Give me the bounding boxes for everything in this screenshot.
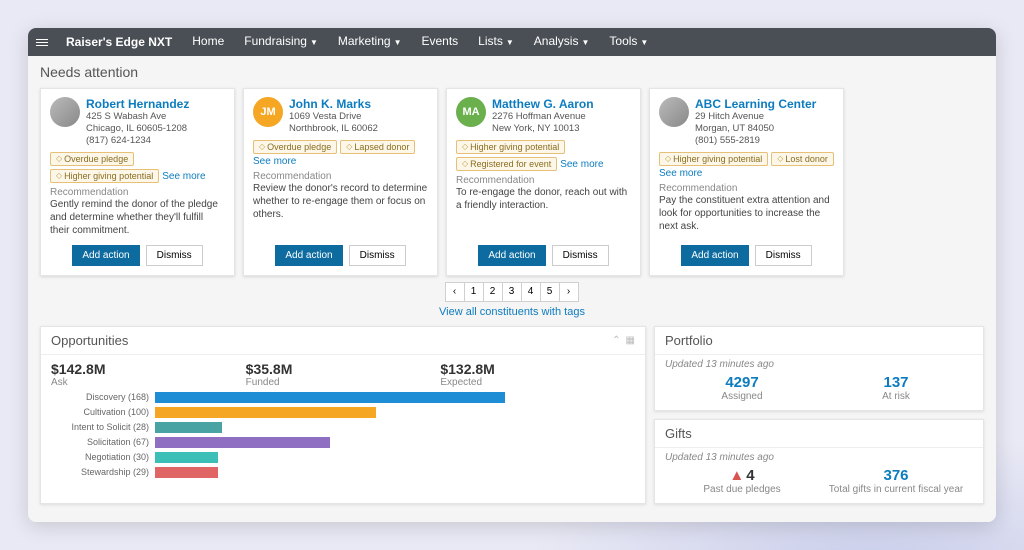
chart-row-label: Stewardship (29): [51, 467, 149, 477]
portfolio-panel: Portfolio Updated 13 minutes ago 4297Ass…: [654, 326, 984, 411]
nav-tools[interactable]: Tools▼: [599, 28, 658, 57]
top-navbar: Raiser's Edge NXT HomeFundraising▼Market…: [28, 28, 996, 56]
tag[interactable]: Lost donor: [771, 152, 834, 166]
chart-bar[interactable]: [155, 407, 376, 418]
tag[interactable]: Higher giving potential: [456, 140, 565, 154]
opp-stat-label: Expected: [440, 377, 635, 388]
portfolio-heading: Portfolio: [665, 333, 713, 348]
chart-row-label: Discovery (168): [51, 392, 149, 402]
portfolio-updated: Updated 13 minutes ago: [655, 355, 983, 370]
constituent-address: 2276 Hoffman AvenueNew York, NY 10013: [492, 111, 594, 135]
chart-row-label: Cultivation (100): [51, 407, 149, 417]
needs-attention-heading: Needs attention: [28, 56, 996, 88]
see-more-link[interactable]: See more: [253, 156, 428, 167]
warning-icon: ▲: [729, 467, 744, 484]
tag[interactable]: Overdue pledge: [253, 140, 337, 154]
grid-view-icon[interactable]: ▦: [626, 335, 635, 346]
dismiss-button[interactable]: Dismiss: [349, 245, 406, 266]
opp-stat-label: Ask: [51, 377, 246, 388]
menu-icon[interactable]: [28, 39, 56, 46]
pager-item[interactable]: 5: [540, 282, 560, 302]
add-action-button[interactable]: Add action: [72, 245, 139, 266]
pager-item[interactable]: 1: [464, 282, 484, 302]
pager-item[interactable]: 4: [521, 282, 541, 302]
constituent-name[interactable]: John K. Marks: [289, 97, 378, 111]
recommendation-text: To re-engage the donor, reach out with a…: [456, 186, 631, 212]
chart-bar[interactable]: [155, 422, 222, 433]
chart-bar[interactable]: [155, 392, 505, 403]
tag[interactable]: Higher giving potential: [50, 169, 159, 183]
brand-name: Raiser's Edge NXT: [56, 35, 182, 49]
nav-marketing[interactable]: Marketing▼: [328, 28, 412, 57]
pager-item[interactable]: 3: [502, 282, 522, 302]
recommendation-text: Gently remind the donor of the pledge an…: [50, 198, 225, 237]
opportunities-heading: Opportunities: [51, 333, 128, 348]
add-action-button[interactable]: Add action: [681, 245, 748, 266]
nav-events[interactable]: Events: [411, 28, 468, 57]
dismiss-button[interactable]: Dismiss: [146, 245, 203, 266]
pager-item[interactable]: ›: [559, 282, 579, 302]
constituent-card: ABC Learning Center 29 Hitch AvenueMorga…: [649, 88, 844, 276]
add-action-button[interactable]: Add action: [275, 245, 342, 266]
chart-bar[interactable]: [155, 452, 218, 463]
avatar-image: [659, 97, 689, 127]
portfolio-assigned-value[interactable]: 4297: [665, 374, 819, 391]
dismiss-button[interactable]: Dismiss: [552, 245, 609, 266]
recommendation-text: Pay the constituent extra attention and …: [659, 194, 834, 233]
nav-fundraising[interactable]: Fundraising▼: [234, 28, 328, 57]
gifts-total-value[interactable]: 376: [819, 467, 973, 484]
nav-lists[interactable]: Lists▼: [468, 28, 524, 57]
see-more-link[interactable]: See more: [560, 159, 603, 171]
nav-analysis[interactable]: Analysis▼: [524, 28, 600, 57]
constituent-address: 29 Hitch AvenueMorgan, UT 84050(801) 555…: [695, 111, 816, 147]
recommendation-label: Recommendation: [253, 171, 428, 182]
avatar-image: [50, 97, 80, 127]
view-all-link[interactable]: View all constituents with tags: [28, 306, 996, 318]
tag[interactable]: Registered for event: [456, 157, 557, 171]
opp-stat-label: Funded: [246, 377, 441, 388]
constituent-card: JM John K. Marks 1069 Vesta DriveNorthbr…: [243, 88, 438, 276]
see-more-link[interactable]: See more: [659, 168, 834, 179]
chart-bar[interactable]: [155, 467, 218, 478]
tag[interactable]: Overdue pledge: [50, 152, 134, 166]
chart-row-label: Intent to Solicit (28): [51, 422, 149, 432]
recommendation-label: Recommendation: [50, 187, 225, 198]
pager-item[interactable]: 2: [483, 282, 503, 302]
recommendation-label: Recommendation: [659, 183, 834, 194]
nav-home[interactable]: Home: [182, 28, 234, 57]
gifts-heading: Gifts: [665, 426, 692, 441]
recommendation-label: Recommendation: [456, 175, 631, 186]
chevron-up-icon[interactable]: ⌃: [612, 335, 620, 346]
portfolio-atrisk-value[interactable]: 137: [819, 374, 973, 391]
chart-row-label: Solicitation (67): [51, 437, 149, 447]
avatar-initials: MA: [456, 97, 486, 127]
opp-stat-value: $35.8M: [246, 361, 441, 377]
chart-bar[interactable]: [155, 437, 330, 448]
dismiss-button[interactable]: Dismiss: [755, 245, 812, 266]
constituent-name[interactable]: Matthew G. Aaron: [492, 97, 594, 111]
pager-item[interactable]: ‹: [445, 282, 465, 302]
tag[interactable]: Higher giving potential: [659, 152, 768, 166]
gifts-panel: Gifts Updated 13 minutes ago ▲4Past due …: [654, 419, 984, 504]
gifts-updated: Updated 13 minutes ago: [655, 448, 983, 463]
tag[interactable]: Lapsed donor: [340, 140, 415, 154]
constituent-address: 425 S Wabash AveChicago, IL 60605-1208(8…: [86, 111, 189, 147]
recommendation-text: Review the donor's record to determine w…: [253, 182, 428, 221]
pager: ‹12345›: [28, 282, 996, 302]
opp-stat-value: $132.8M: [440, 361, 635, 377]
gifts-pastdue-value[interactable]: ▲4: [665, 467, 819, 484]
opportunities-panel: Opportunities ⌃ ▦ $142.8MAsk$35.8MFunded…: [40, 326, 646, 504]
see-more-link[interactable]: See more: [162, 171, 205, 183]
chart-row-label: Negotiation (30): [51, 452, 149, 462]
constituent-card: Robert Hernandez 425 S Wabash AveChicago…: [40, 88, 235, 276]
constituent-name[interactable]: Robert Hernandez: [86, 97, 189, 111]
add-action-button[interactable]: Add action: [478, 245, 545, 266]
opp-stat-value: $142.8M: [51, 361, 246, 377]
avatar-initials: JM: [253, 97, 283, 127]
constituent-name[interactable]: ABC Learning Center: [695, 97, 816, 111]
constituent-address: 1069 Vesta DriveNorthbrook, IL 60062: [289, 111, 378, 135]
constituent-card: MA Matthew G. Aaron 2276 Hoffman AvenueN…: [446, 88, 641, 276]
